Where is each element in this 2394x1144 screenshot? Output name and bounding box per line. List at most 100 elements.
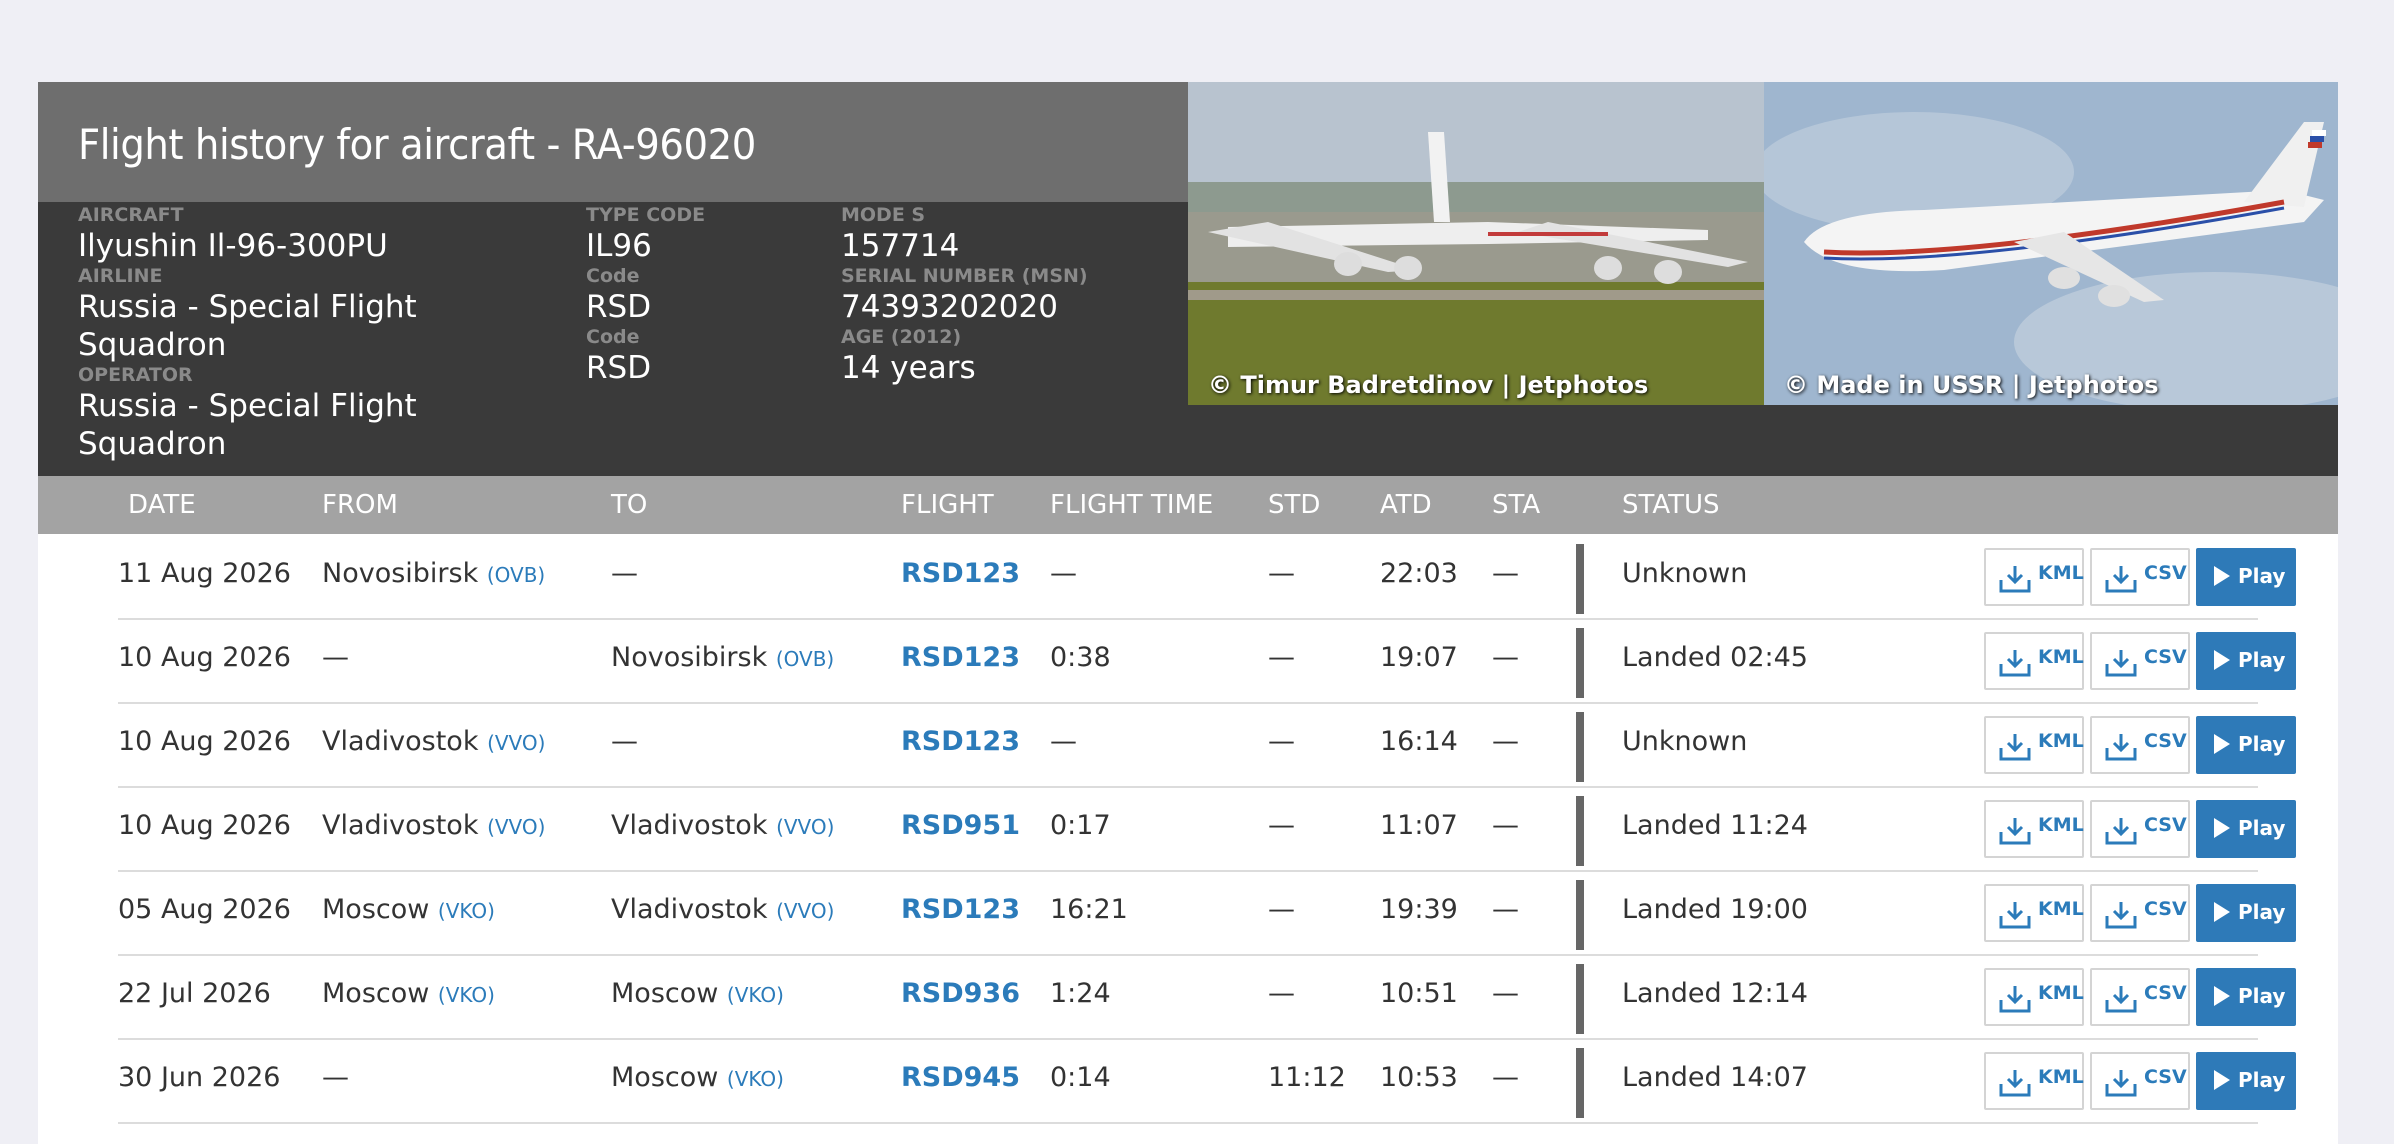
to-airport-code[interactable]: (VVO) (776, 899, 834, 923)
registration-info: MODE S 157714 SERIAL NUMBER (MSN) 743932… (841, 204, 1088, 387)
to-airport-code[interactable]: (VKO) (727, 983, 784, 1007)
column-header-to[interactable]: TO (611, 490, 647, 520)
table-row[interactable]: 11 Aug 2026 Novosibirsk (OVB) — RSD123 — — 22… (118, 536, 2296, 620)
status-cell: Landed 02:45 (1622, 642, 1808, 673)
download-kml-button[interactable]: KML (1984, 632, 2084, 690)
to-city: Vladivostok (611, 810, 768, 841)
date-cell: 10 Aug 2026 (118, 642, 291, 673)
play-button[interactable]: Play (2196, 1052, 2296, 1110)
flight-time-cell: 1:24 (1050, 978, 1111, 1009)
play-button[interactable]: Play (2196, 716, 2296, 774)
table-header: DATE FROM TO FLIGHT FLIGHT TIME STD ATD … (38, 476, 2338, 534)
flight-number-link[interactable]: RSD123 (901, 894, 1020, 925)
status-indicator-bar (1576, 964, 1584, 1034)
flight-number-link[interactable]: RSD123 (901, 726, 1020, 757)
date-cell: 22 Jul 2026 (118, 978, 271, 1009)
flight-time-cell: — (1050, 726, 1077, 757)
std-cell: — (1268, 978, 1295, 1009)
table-row[interactable]: 22 Jul 2026 Moscow (VKO) Moscow (VKO) RSD93… (118, 956, 2296, 1040)
flight-time-cell: 0:14 (1050, 1062, 1111, 1093)
aircraft-photo[interactable]: © Timur Badretdinov | Jetphotos (1188, 82, 1764, 405)
to-city: Moscow (611, 978, 719, 1009)
download-kml-button[interactable]: KML (1984, 968, 2084, 1026)
play-button[interactable]: Play (2196, 548, 2296, 606)
from-cell: Vladivostok (VVO) (322, 726, 545, 757)
download-kml-button[interactable]: KML (1984, 884, 2084, 942)
from-airport-code[interactable]: (VKO) (438, 983, 495, 1007)
serial-value: 74393202020 (841, 289, 1058, 325)
download-kml-button[interactable]: KML (1984, 1052, 2084, 1110)
aircraft-header: Flight history for aircraft - RA-96020 A… (38, 82, 2338, 476)
download-csv-button[interactable]: CSV (2090, 800, 2190, 858)
flight-number-link[interactable]: RSD951 (901, 810, 1020, 841)
sta-cell: — (1492, 810, 1519, 841)
column-header-date[interactable]: DATE (128, 490, 196, 520)
play-icon (2214, 986, 2230, 1006)
sta-cell: — (1492, 978, 1519, 1009)
flight-time-cell: 16:21 (1050, 894, 1128, 925)
flight-number-link[interactable]: RSD123 (901, 642, 1020, 673)
to-airport-code[interactable]: (VVO) (776, 815, 834, 839)
flight-number-link[interactable]: RSD945 (901, 1062, 1020, 1093)
from-airport-code[interactable]: (VKO) (438, 899, 495, 923)
table-row[interactable]: 30 Jun 2026 — Moscow (VKO) RSD945 0:14 11:12… (118, 1040, 2296, 1124)
download-csv-button[interactable]: CSV (2090, 548, 2190, 606)
to-cell: Moscow (VKO) (611, 978, 784, 1009)
date-cell: 05 Aug 2026 (118, 894, 291, 925)
status-cell: Unknown (1622, 558, 1748, 589)
to-city: — (611, 726, 638, 757)
play-button[interactable]: Play (2196, 800, 2296, 858)
to-airport-code[interactable]: (VKO) (727, 1067, 784, 1091)
table-row[interactable]: 10 Aug 2026 Vladivostok (VVO) — RSD123 — — 16… (118, 704, 2296, 788)
status-indicator-bar (1576, 712, 1584, 782)
table-row[interactable]: 10 Aug 2026 — Novosibirsk (OVB) RSD123 0:38… (118, 620, 2296, 704)
code-value: RSD (586, 289, 652, 325)
status-indicator-bar (1576, 880, 1584, 950)
kml-label: KML (2038, 730, 2084, 752)
status-cell: Unknown (1622, 726, 1748, 757)
column-header-atd[interactable]: ATD (1380, 490, 1432, 520)
download-csv-button[interactable]: CSV (2090, 968, 2190, 1026)
to-cell: — (611, 558, 638, 589)
download-csv-button[interactable]: CSV (2090, 632, 2190, 690)
play-button[interactable]: Play (2196, 968, 2296, 1026)
table-row[interactable]: 10 Aug 2026 Vladivostok (VVO) Vladivostok … (118, 788, 2296, 872)
aircraft-value: Ilyushin Il-96-300PU (78, 228, 388, 264)
column-header-sta[interactable]: STA (1492, 490, 1540, 520)
std-cell: — (1268, 894, 1295, 925)
age-label: AGE (2012) (841, 326, 962, 348)
from-cell: — (322, 1062, 349, 1093)
to-cell: Novosibirsk (OVB) (611, 642, 834, 673)
photo-credit[interactable]: © Timur Badretdinov | Jetphotos (1208, 371, 1648, 399)
column-header-flight[interactable]: FLIGHT (901, 490, 994, 520)
atd-cell: 11:07 (1380, 810, 1458, 841)
status-indicator-bar (1576, 544, 1584, 614)
download-kml-button[interactable]: KML (1984, 716, 2084, 774)
table-row[interactable]: 05 Aug 2026 Moscow (VKO) Vladivostok (VVO)… (118, 872, 2296, 956)
column-header-flight-time[interactable]: FLIGHT TIME (1050, 490, 1213, 520)
code-label: Code (586, 265, 640, 287)
column-header-std[interactable]: STD (1268, 490, 1320, 520)
download-csv-button[interactable]: CSV (2090, 884, 2190, 942)
to-cell: Vladivostok (VVO) (611, 894, 834, 925)
play-button[interactable]: Play (2196, 632, 2296, 690)
from-airport-code[interactable]: (OVB) (487, 563, 545, 587)
play-button[interactable]: Play (2196, 884, 2296, 942)
to-airport-code[interactable]: (OVB) (776, 647, 834, 671)
download-csv-button[interactable]: CSV (2090, 1052, 2190, 1110)
download-csv-button[interactable]: CSV (2090, 716, 2190, 774)
photo-credit[interactable]: © Made in USSR | Jetphotos (1784, 371, 2159, 399)
download-kml-button[interactable]: KML (1984, 800, 2084, 858)
column-header-status[interactable]: STATUS (1622, 490, 1720, 520)
flight-number-link[interactable]: RSD123 (901, 558, 1020, 589)
aircraft-photo[interactable]: © Made in USSR | Jetphotos (1764, 82, 2338, 405)
flight-number-link[interactable]: RSD936 (901, 978, 1020, 1009)
from-airport-code[interactable]: (VVO) (487, 815, 545, 839)
play-icon (2214, 734, 2230, 754)
download-kml-button[interactable]: KML (1984, 548, 2084, 606)
from-airport-code[interactable]: (VVO) (487, 731, 545, 755)
flight-time-cell: 0:38 (1050, 642, 1111, 673)
csv-label: CSV (2144, 1066, 2187, 1088)
column-header-from[interactable]: FROM (322, 490, 398, 520)
play-label: Play (2238, 732, 2286, 756)
